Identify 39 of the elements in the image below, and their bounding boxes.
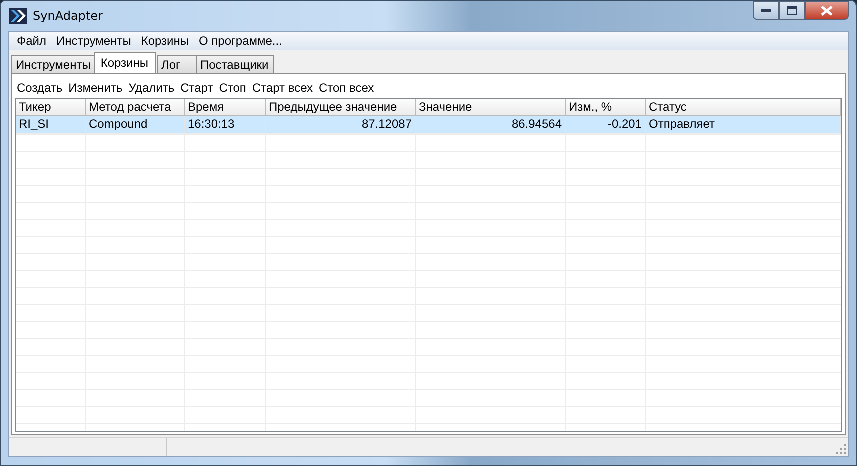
column-header[interactable]: Предыдущее значение <box>266 99 416 115</box>
tab[interactable]: Лог <box>156 55 196 73</box>
toolbar-button[interactable]: Старт всех <box>250 80 317 94</box>
toolbar-button[interactable]: Создать <box>15 80 67 94</box>
toolbar-button[interactable]: Изменить <box>66 80 127 94</box>
toolbar-button[interactable]: Стоп <box>217 80 250 94</box>
tab[interactable]: Поставщики <box>196 55 274 73</box>
minimize-button[interactable] <box>753 1 779 20</box>
menu-item[interactable]: Корзины <box>136 34 194 48</box>
menu-item[interactable]: О программе... <box>194 34 288 48</box>
toolbar-button[interactable]: Старт <box>178 80 218 94</box>
toolbar-button[interactable]: Стоп всех <box>316 80 378 94</box>
table-cell: -0.201 <box>608 117 642 131</box>
table-cell: 87.12087 <box>362 117 412 131</box>
column-header[interactable]: Время <box>185 99 266 115</box>
table-cell: 86.94564 <box>512 117 562 131</box>
table-cell: RI_SI <box>19 117 50 131</box>
table-cell: 16:30:13 <box>188 117 235 131</box>
column-header[interactable]: Метод расчета <box>86 99 185 115</box>
table-cell: Compound <box>89 117 148 131</box>
maximize-icon <box>787 6 797 15</box>
tab[interactable]: Инструменты <box>11 55 96 73</box>
close-button[interactable] <box>805 1 849 20</box>
maximize-button[interactable] <box>779 1 805 20</box>
table-cell: Отправляет <box>649 117 716 131</box>
column-header[interactable]: Изм., % <box>566 99 646 115</box>
menu-item[interactable]: Файл <box>12 34 52 48</box>
resize-grip-icon[interactable] <box>836 444 846 454</box>
toolbar-button[interactable]: Удалить <box>126 80 179 94</box>
menu-item[interactable]: Инструменты <box>52 34 136 48</box>
column-header[interactable]: Статус <box>646 99 841 115</box>
column-header[interactable]: Значение <box>416 99 566 115</box>
chevron-icon <box>9 8 27 24</box>
column-header[interactable]: Тикер <box>16 99 86 115</box>
close-icon <box>821 6 833 16</box>
minimize-icon <box>761 8 771 12</box>
window-title: SynAdapter <box>33 9 103 23</box>
tab[interactable]: Корзины <box>94 52 156 73</box>
table-row[interactable]: RI_SI Compound 16:30:13 87.12087 86.94564 -0.201 Отправляет <box>16 116 841 133</box>
